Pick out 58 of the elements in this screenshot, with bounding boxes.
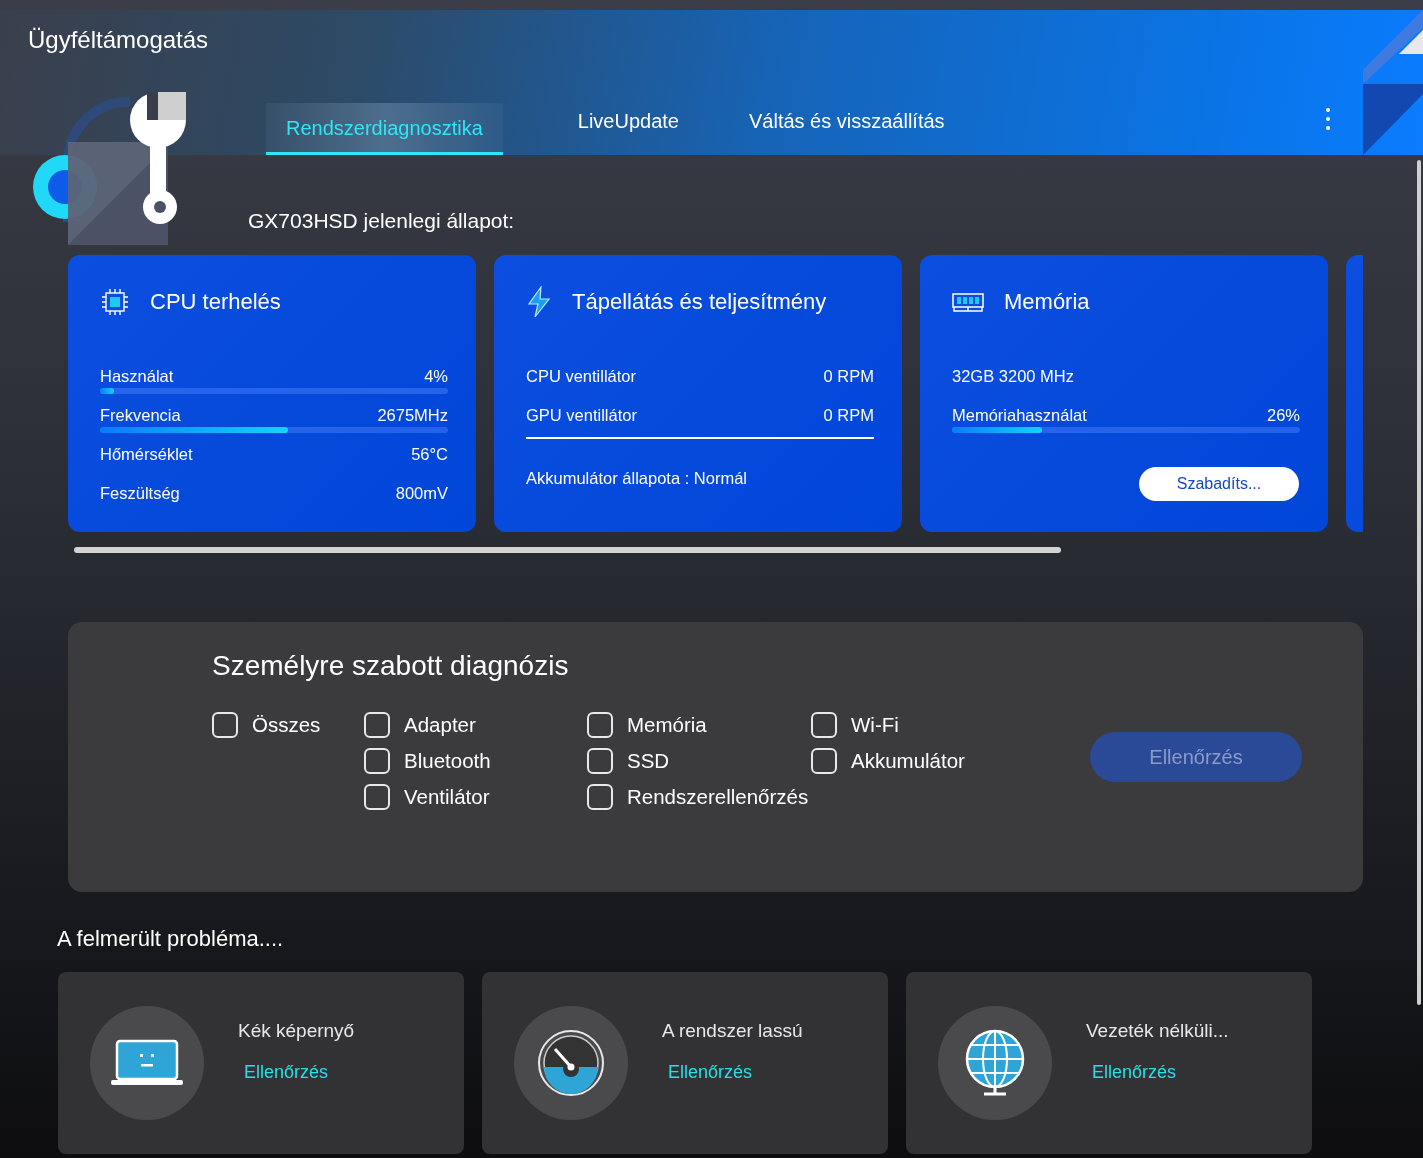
checkbox[interactable] xyxy=(587,784,613,810)
problem-title: Kék képernyő xyxy=(238,1020,355,1042)
checkbox[interactable] xyxy=(364,748,390,774)
checkbox-option[interactable]: Memória xyxy=(587,710,707,740)
problem-title: Vezeték nélküli... xyxy=(1086,1020,1229,1042)
checkbox-option[interactable]: Wi-Fi xyxy=(811,710,899,740)
checkbox-option[interactable]: Rendszerellenőrzés xyxy=(587,782,809,812)
checkbox-option[interactable]: Akkumulátor xyxy=(811,746,965,776)
metric-label: Használat xyxy=(100,366,174,387)
check-link[interactable]: Ellenőrzés xyxy=(244,1062,355,1083)
card-title: Tápellátás és teljesítmény xyxy=(572,289,827,315)
problem-title: A rendszer lassú xyxy=(662,1020,803,1042)
checkbox[interactable] xyxy=(587,712,613,738)
panel-title: Személyre szabott diagnózis xyxy=(212,650,570,682)
info-text: Akkumulátor állapota : Normál xyxy=(526,468,748,489)
metric-value: 2675MHz xyxy=(377,405,448,426)
metric-label: Frekvencia xyxy=(100,405,181,426)
metric-value: 0 RPM xyxy=(823,366,874,387)
lightning-icon xyxy=(526,286,552,318)
free-memory-button[interactable]: Szabadíts... xyxy=(1139,467,1299,501)
info-text: 32GB 3200 MHz xyxy=(952,366,1075,387)
scrollbar-thumb[interactable] xyxy=(1417,160,1421,1005)
metric-value: 26% xyxy=(1266,405,1300,426)
metric-label: Memóriahasználat xyxy=(952,405,1087,426)
problems-heading: A felmerült probléma.... xyxy=(57,926,285,952)
metric-label: Feszültség xyxy=(100,483,180,504)
card-title: Memória xyxy=(1004,289,1090,315)
checkbox-option[interactable]: Ventilátor xyxy=(364,782,490,812)
memory-module-icon xyxy=(952,292,984,312)
checkbox[interactable] xyxy=(811,748,837,774)
check-link[interactable]: Ellenőrzés xyxy=(1092,1062,1229,1083)
metric-label: CPU ventillátor xyxy=(526,366,637,387)
status-heading: GX703HSD jelenlegi állapot: xyxy=(248,209,516,233)
scrollbar-thumb[interactable] xyxy=(74,547,1061,553)
speedometer-icon xyxy=(537,1029,605,1097)
checkbox-option[interactable]: Bluetooth xyxy=(364,746,491,776)
checkbox[interactable] xyxy=(811,712,837,738)
checkbox[interactable] xyxy=(587,748,613,774)
checkbox[interactable] xyxy=(212,712,238,738)
tab[interactable]: Váltás és visszaállítás xyxy=(748,103,945,155)
checkbox-option[interactable]: Összes xyxy=(212,710,321,740)
metric-value: 800mV xyxy=(395,483,448,504)
metric-value: 0 RPM xyxy=(823,405,874,426)
metric-label: GPU ventillátor xyxy=(526,405,637,426)
check-link[interactable]: Ellenőrzés xyxy=(668,1062,803,1083)
tab[interactable]: LiveUpdate xyxy=(577,103,679,155)
chip-icon xyxy=(100,287,130,317)
checkbox-option[interactable]: Adapter xyxy=(364,710,476,740)
checkbox[interactable] xyxy=(364,712,390,738)
metric-value: 56°C xyxy=(411,444,448,465)
checkbox[interactable] xyxy=(364,784,390,810)
metric-value: 4% xyxy=(424,366,448,387)
checkbox-option[interactable]: SSD xyxy=(587,746,670,776)
window-title: Ügyféltámogatás xyxy=(28,26,209,54)
laptop-screen-icon xyxy=(110,1039,184,1087)
metric-label: Hőmérséklet xyxy=(100,444,193,465)
card-title: CPU terhelés xyxy=(150,289,281,315)
tab[interactable]: Rendszerdiagnosztika xyxy=(266,103,503,155)
